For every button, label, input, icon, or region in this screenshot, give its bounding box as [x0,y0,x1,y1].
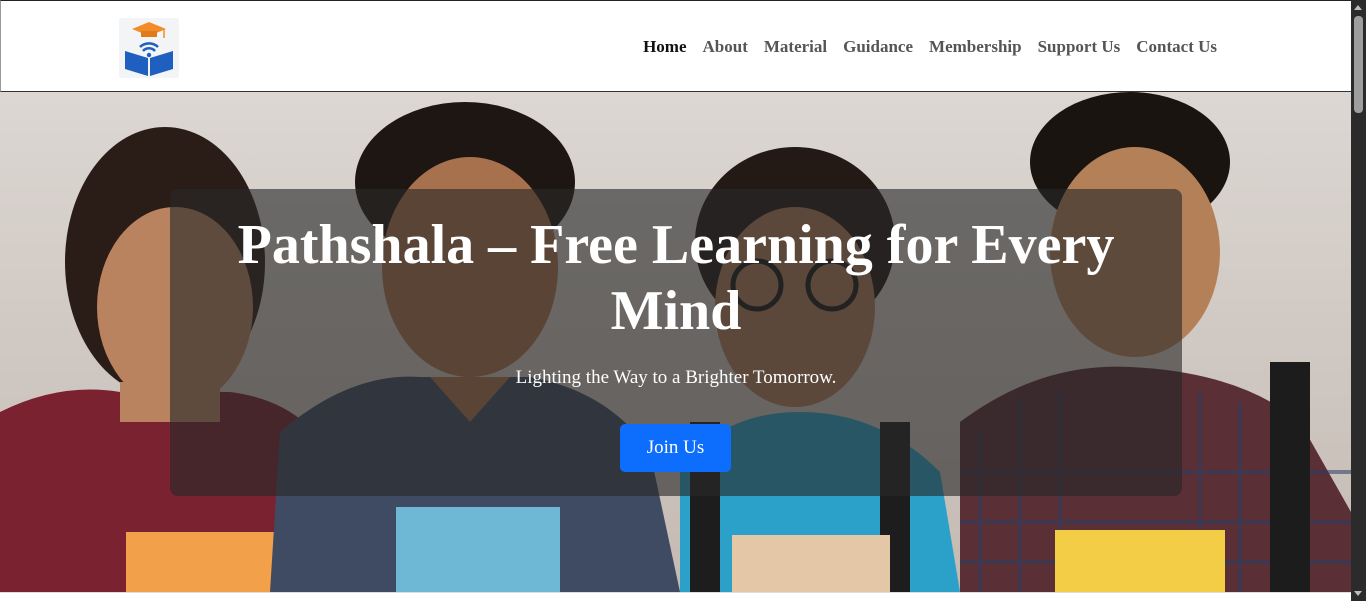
nav-about[interactable]: About [695,36,756,58]
site-logo[interactable] [119,18,179,78]
nav-material[interactable]: Material [756,36,835,58]
hero-section: Pathshala – Free Learning for Every Mind… [0,92,1351,592]
nav-guidance[interactable]: Guidance [835,36,921,58]
nav-support-us[interactable]: Support Us [1030,36,1129,58]
next-section-edge [0,592,1351,601]
join-us-button[interactable]: Join Us [620,424,731,472]
nav-membership[interactable]: Membership [921,36,1030,58]
scroll-up-arrow-icon[interactable] [1354,5,1362,10]
nav-home[interactable]: Home [635,36,694,58]
nav-contact-us[interactable]: Contact Us [1128,36,1225,58]
main-nav: Home About Material Guidance Membership … [635,36,1225,58]
book-graduation-cap-wifi-icon [125,22,173,76]
hero-subtitle: Lighting the Way to a Brighter Tomorrow. [515,367,837,388]
hero-title: Pathshala – Free Learning for Every Mind [237,214,1115,342]
site-header: Home About Material Guidance Membership … [0,0,1351,92]
scrollbar-thumb[interactable] [1354,16,1363,113]
vertical-scrollbar[interactable] [1351,0,1366,601]
page: Home About Material Guidance Membership … [0,0,1351,601]
scroll-down-arrow-icon[interactable] [1354,591,1362,596]
